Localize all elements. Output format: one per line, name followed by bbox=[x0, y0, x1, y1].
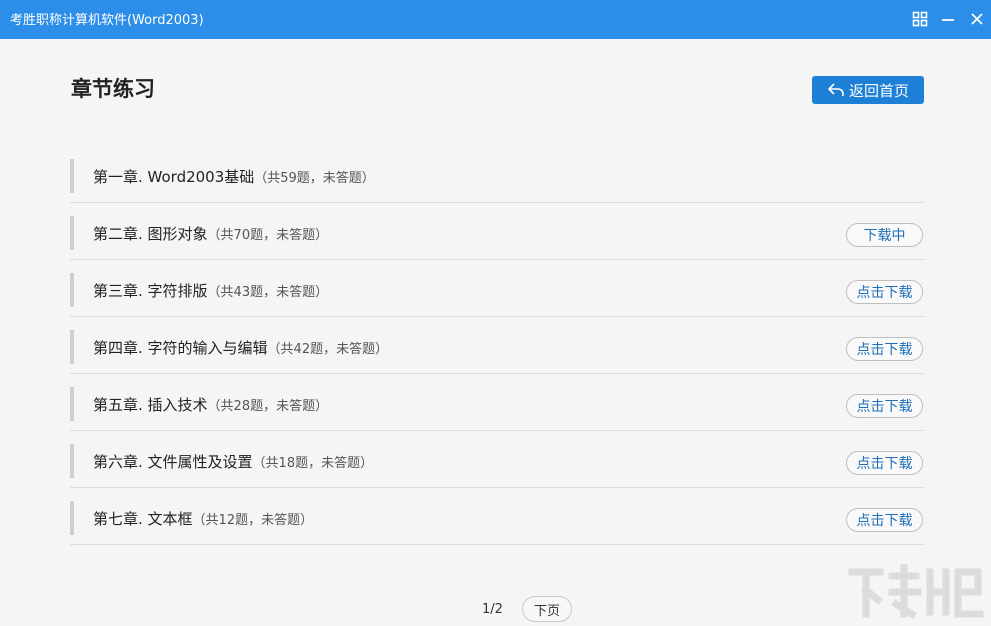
chapter-info: （共43题，未答题） bbox=[207, 285, 329, 300]
download-button[interactable]: 点击下载 bbox=[846, 394, 923, 418]
chapter-info: （共18题，未答题） bbox=[252, 456, 374, 471]
minimize-icon[interactable] bbox=[939, 10, 957, 28]
window-titlebar: 考胜职称计算机软件(Word2003) bbox=[0, 0, 991, 39]
chapter-title[interactable]: 第一章. Word2003基础 bbox=[93, 168, 254, 186]
row-accent-bar bbox=[70, 273, 74, 307]
download-button[interactable]: 点击下载 bbox=[846, 508, 923, 532]
chapter-row[interactable]: 第四章. 字符的输入与编辑（共42题，未答题） 点击下载 bbox=[70, 317, 924, 374]
page-indicator: 1/2 bbox=[482, 602, 503, 617]
chapter-info: （共42题，未答题） bbox=[267, 342, 389, 357]
row-accent-bar bbox=[70, 216, 74, 250]
download-button[interactable]: 点击下载 bbox=[846, 280, 923, 304]
return-arrow-icon bbox=[828, 83, 844, 96]
next-page-button[interactable]: 下页 bbox=[522, 596, 572, 622]
chapter-row[interactable]: 第二章. 图形对象（共70题，未答题） 下载中 bbox=[70, 203, 924, 260]
page-title: 章节练习 bbox=[71, 76, 155, 101]
chapter-row[interactable]: 第七章. 文本框（共12题，未答题） 点击下载 bbox=[70, 488, 924, 545]
chapter-row[interactable]: 第五章. 插入技术（共28题，未答题） 点击下载 bbox=[70, 374, 924, 431]
chapter-title[interactable]: 第六章. 文件属性及设置 bbox=[93, 453, 253, 471]
close-icon[interactable] bbox=[968, 10, 986, 28]
chapter-title[interactable]: 第五章. 插入技术 bbox=[93, 396, 208, 414]
chapter-row[interactable]: 第三章. 字符排版（共43题，未答题） 点击下载 bbox=[70, 260, 924, 317]
chapter-title[interactable]: 第四章. 字符的输入与编辑 bbox=[93, 339, 268, 357]
chapter-title[interactable]: 第三章. 字符排版 bbox=[93, 282, 208, 300]
chapter-info: （共12题，未答题） bbox=[192, 513, 314, 528]
chapter-title[interactable]: 第七章. 文本框 bbox=[93, 510, 193, 528]
row-accent-bar bbox=[70, 444, 74, 478]
watermark-logo bbox=[848, 564, 984, 619]
chapter-info: （共70题，未答题） bbox=[207, 228, 329, 243]
downloading-button[interactable]: 下载中 bbox=[846, 223, 923, 247]
row-accent-bar bbox=[70, 501, 74, 535]
chapter-row[interactable]: 第六章. 文件属性及设置（共18题，未答题） 点击下载 bbox=[70, 431, 924, 488]
chapter-info: （共59题，未答题） bbox=[254, 171, 375, 186]
chapter-list: 第一章. Word2003基础（共59题，未答题） 第二章. 图形对象（共70题… bbox=[70, 146, 924, 545]
chapter-info: （共28题，未答题） bbox=[207, 399, 329, 414]
download-button[interactable]: 点击下载 bbox=[846, 337, 923, 361]
row-accent-bar bbox=[70, 159, 74, 193]
back-home-button[interactable]: 返回首页 bbox=[812, 76, 924, 104]
download-button[interactable]: 点击下载 bbox=[846, 451, 923, 475]
window-title: 考胜职称计算机软件(Word2003) bbox=[10, 13, 204, 28]
back-home-label: 返回首页 bbox=[848, 81, 909, 100]
row-accent-bar bbox=[70, 330, 74, 364]
row-accent-bar bbox=[70, 387, 74, 421]
chapter-row[interactable]: 第一章. Word2003基础（共59题，未答题） bbox=[70, 146, 924, 203]
grid-icon[interactable] bbox=[911, 10, 929, 28]
chapter-title[interactable]: 第二章. 图形对象 bbox=[93, 225, 208, 243]
